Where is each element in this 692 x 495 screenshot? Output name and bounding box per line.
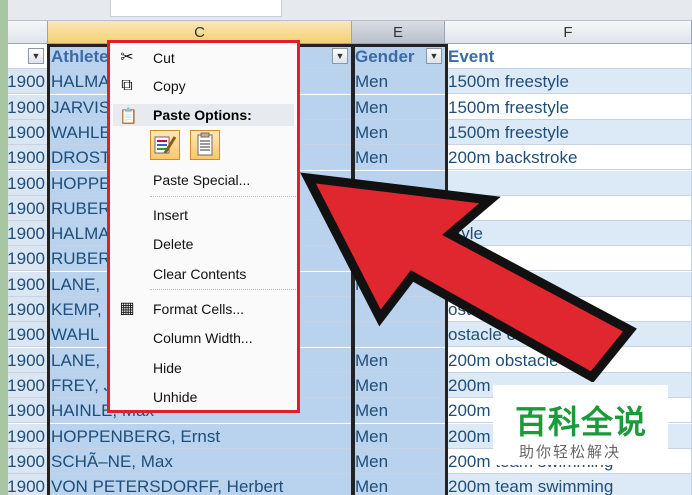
table-row: 1900 WAHLE Men 1500m freestyle — [0, 120, 692, 145]
menu-label: Copy — [153, 78, 186, 94]
header-gender-label: Gender — [355, 47, 415, 66]
event-cell[interactable]: 1500m freestyle — [445, 95, 692, 120]
formula-bar-area — [0, 0, 692, 21]
paste-values-button[interactable] — [190, 130, 220, 160]
watermark-logo: 百科全说 助你轻松解决 — [493, 385, 668, 465]
paste-options-header: 📋 Paste Options: — [113, 104, 294, 126]
left-border-decoration — [0, 0, 8, 495]
event-cell[interactable]: 1500m freestyle — [445, 120, 692, 145]
gender-cell[interactable]: Men — [352, 69, 445, 94]
menu-item-copy[interactable]: ⧉ Copy — [110, 73, 297, 99]
column-header-f[interactable]: F — [445, 21, 692, 44]
clipboard-icon: 📋 — [119, 108, 138, 125]
spreadsheet-window: C E F ▼ Athlete ▼ Gender ▼ Event 1900 HALMA… — [0, 0, 692, 495]
filter-dropdown-icon[interactable]: ▼ — [426, 48, 442, 64]
table-row: 1900 DROST Men 200m backstroke — [0, 145, 692, 170]
table-row: 1900 HALMA Men 1500m freestyle — [0, 69, 692, 94]
event-cell[interactable]: 200m team swimming — [445, 474, 692, 495]
menu-label: Paste Special... — [153, 172, 251, 188]
menu-label: Delete — [153, 236, 194, 252]
header-athlete-label: Athlete — [51, 47, 109, 66]
header-event-label: Event — [448, 47, 495, 66]
event-cell[interactable]: 200m backstroke — [445, 145, 692, 170]
format-cells-icon: ▦ — [119, 300, 135, 317]
menu-item-unhide[interactable]: Unhide — [110, 384, 297, 410]
menu-separator — [150, 289, 296, 291]
watermark-subtitle: 助你轻松解决 — [519, 443, 622, 461]
menu-label: Clear Contents — [153, 266, 247, 282]
gender-cell[interactable]: Men — [352, 95, 445, 120]
menu-separator — [150, 196, 296, 198]
menu-item-format-cells[interactable]: ▦ Format Cells... — [110, 296, 297, 322]
filter-dropdown-icon[interactable]: ▼ — [332, 48, 348, 64]
red-arrow-icon — [300, 172, 637, 382]
table-row: 1900 VON PETERSDORFF, Herbert Men 200m team… — [0, 474, 692, 495]
table-row: 1900 JARVIS Men 1500m freestyle — [0, 95, 692, 120]
gender-cell[interactable]: Men — [352, 424, 445, 449]
menu-label: Hide — [153, 360, 182, 376]
menu-item-insert[interactable]: Insert — [110, 202, 297, 228]
menu-item-paste-special[interactable]: Paste Special... — [110, 167, 297, 193]
copy-icon: ⧉ — [121, 77, 133, 94]
athlete-cell[interactable]: SCHÃ–NE, Max — [48, 449, 352, 474]
header-cell-gender[interactable]: Gender ▼ — [352, 44, 445, 69]
event-cell[interactable]: 1500m freestyle — [445, 69, 692, 94]
menu-item-delete[interactable]: Delete — [110, 231, 297, 257]
gender-cell[interactable]: Men — [352, 145, 445, 170]
menu-label: Format Cells... — [153, 301, 245, 317]
paste-formatting-button[interactable] — [150, 130, 180, 160]
menu-item-hide[interactable]: Hide — [110, 355, 297, 381]
menu-item-column-width[interactable]: Column Width... — [110, 325, 297, 351]
watermark-title: 百科全说 — [515, 403, 648, 441]
menu-label: Column Width... — [153, 330, 253, 346]
menu-item-cut[interactable]: ✂ Cut — [110, 45, 297, 71]
context-menu: ✂ Cut ⧉ Copy 📋 Paste Options: Paste Special… — [107, 40, 300, 413]
paste-options-label: Paste Options: — [153, 107, 252, 123]
gender-cell[interactable]: Men — [352, 398, 445, 423]
menu-label: Insert — [153, 207, 189, 223]
scissors-icon: ✂ — [120, 49, 134, 66]
athlete-cell[interactable]: HOPPENBERG, Ernst — [48, 424, 352, 449]
menu-item-clear-contents[interactable]: Clear Contents — [110, 261, 297, 287]
gender-cell[interactable]: Men — [352, 474, 445, 495]
name-box[interactable] — [110, 0, 282, 17]
athlete-cell[interactable]: VON PETERSDORFF, Herbert — [48, 474, 352, 495]
gender-cell[interactable]: Men — [352, 449, 445, 474]
menu-label: Unhide — [153, 389, 198, 405]
gender-cell[interactable]: Men — [352, 120, 445, 145]
filter-dropdown-icon[interactable]: ▼ — [28, 48, 44, 64]
column-header-e[interactable]: E — [352, 21, 445, 44]
header-cell-event[interactable]: Event — [445, 44, 692, 69]
menu-label: Cut — [153, 50, 175, 66]
header-row: ▼ Athlete ▼ Gender ▼ Event — [0, 44, 692, 69]
